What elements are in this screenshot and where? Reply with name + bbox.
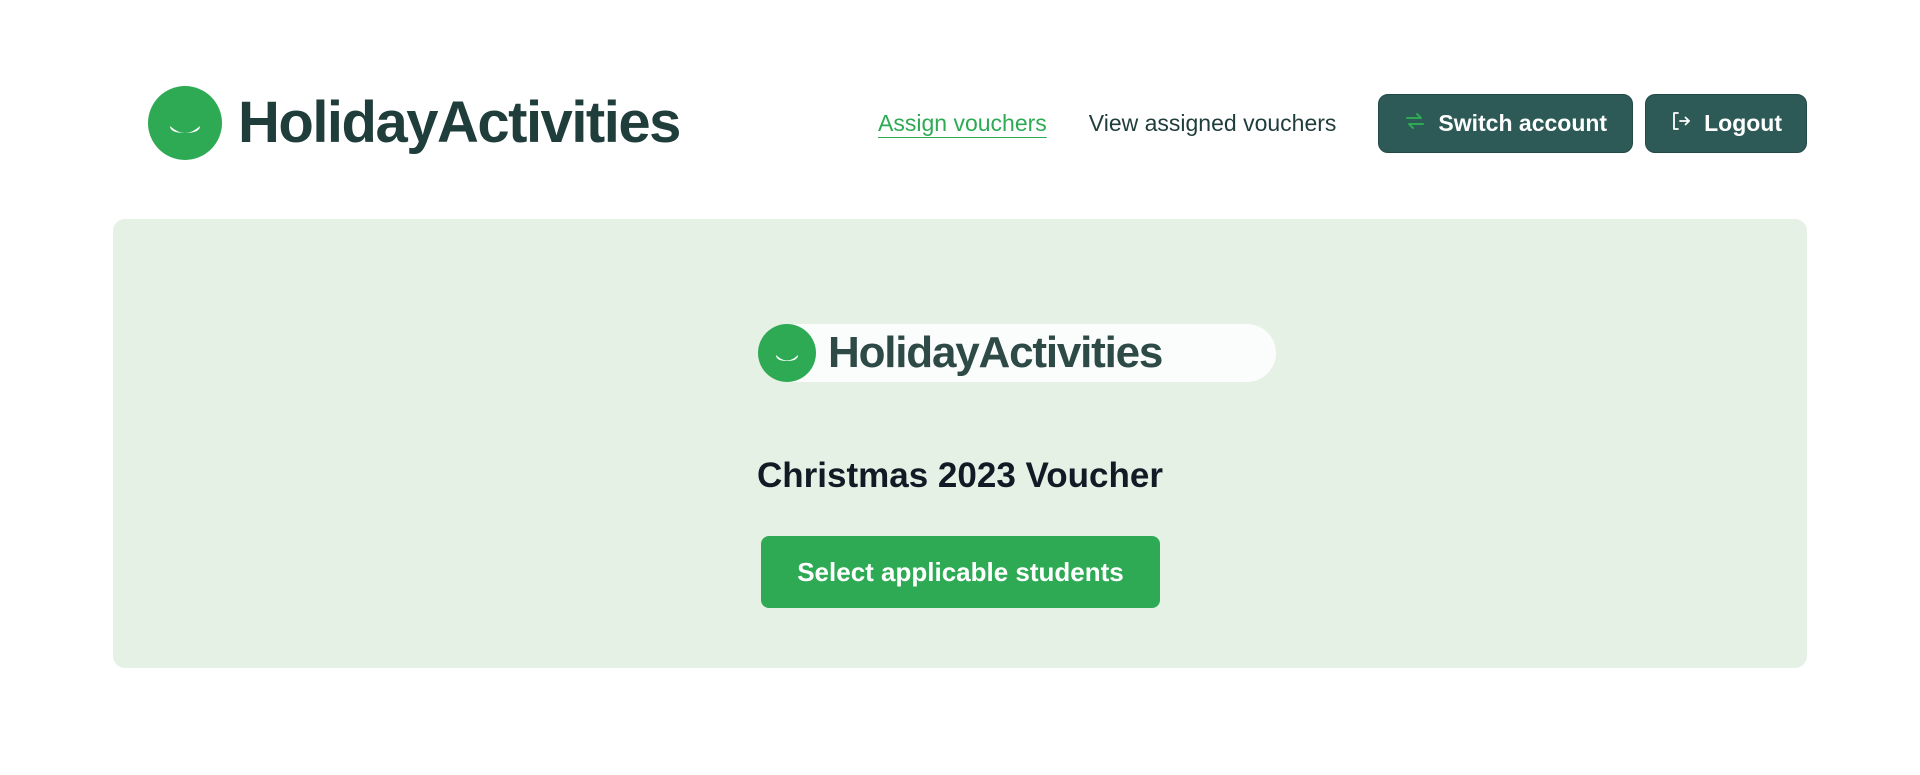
logout-label: Logout (1704, 110, 1782, 136)
select-applicable-students-button[interactable]: Select applicable students (761, 536, 1160, 608)
logout-arrow-icon (1670, 110, 1692, 138)
voucher-provider-name: HolidayActivities (828, 328, 1163, 377)
switch-account-label: Switch account (1438, 110, 1608, 136)
nav-view-assigned-vouchers[interactable]: View assigned vouchers (1089, 110, 1337, 137)
brand-logo[interactable]: HolidayActivities (148, 86, 681, 160)
nav-assign-vouchers[interactable]: Assign vouchers (878, 110, 1047, 137)
top-header: HolidayActivities Assign vouchers View a… (0, 0, 1920, 220)
smile-logo-icon (148, 86, 222, 160)
voucher-provider-logo: HolidayActivities (758, 324, 1276, 382)
main-nav: Assign vouchers View assigned vouchers S… (878, 94, 1807, 153)
brand-name: HolidayActivities (238, 90, 681, 155)
voucher-title: Christmas 2023 Voucher (757, 456, 1163, 495)
arrows-switch-icon (1404, 110, 1426, 138)
logout-button[interactable]: Logout (1645, 94, 1807, 153)
voucher-panel: HolidayActivities Christmas 2023 Voucher… (113, 219, 1807, 668)
switch-account-button[interactable]: Switch account (1378, 94, 1634, 153)
smile-logo-icon (758, 324, 816, 382)
